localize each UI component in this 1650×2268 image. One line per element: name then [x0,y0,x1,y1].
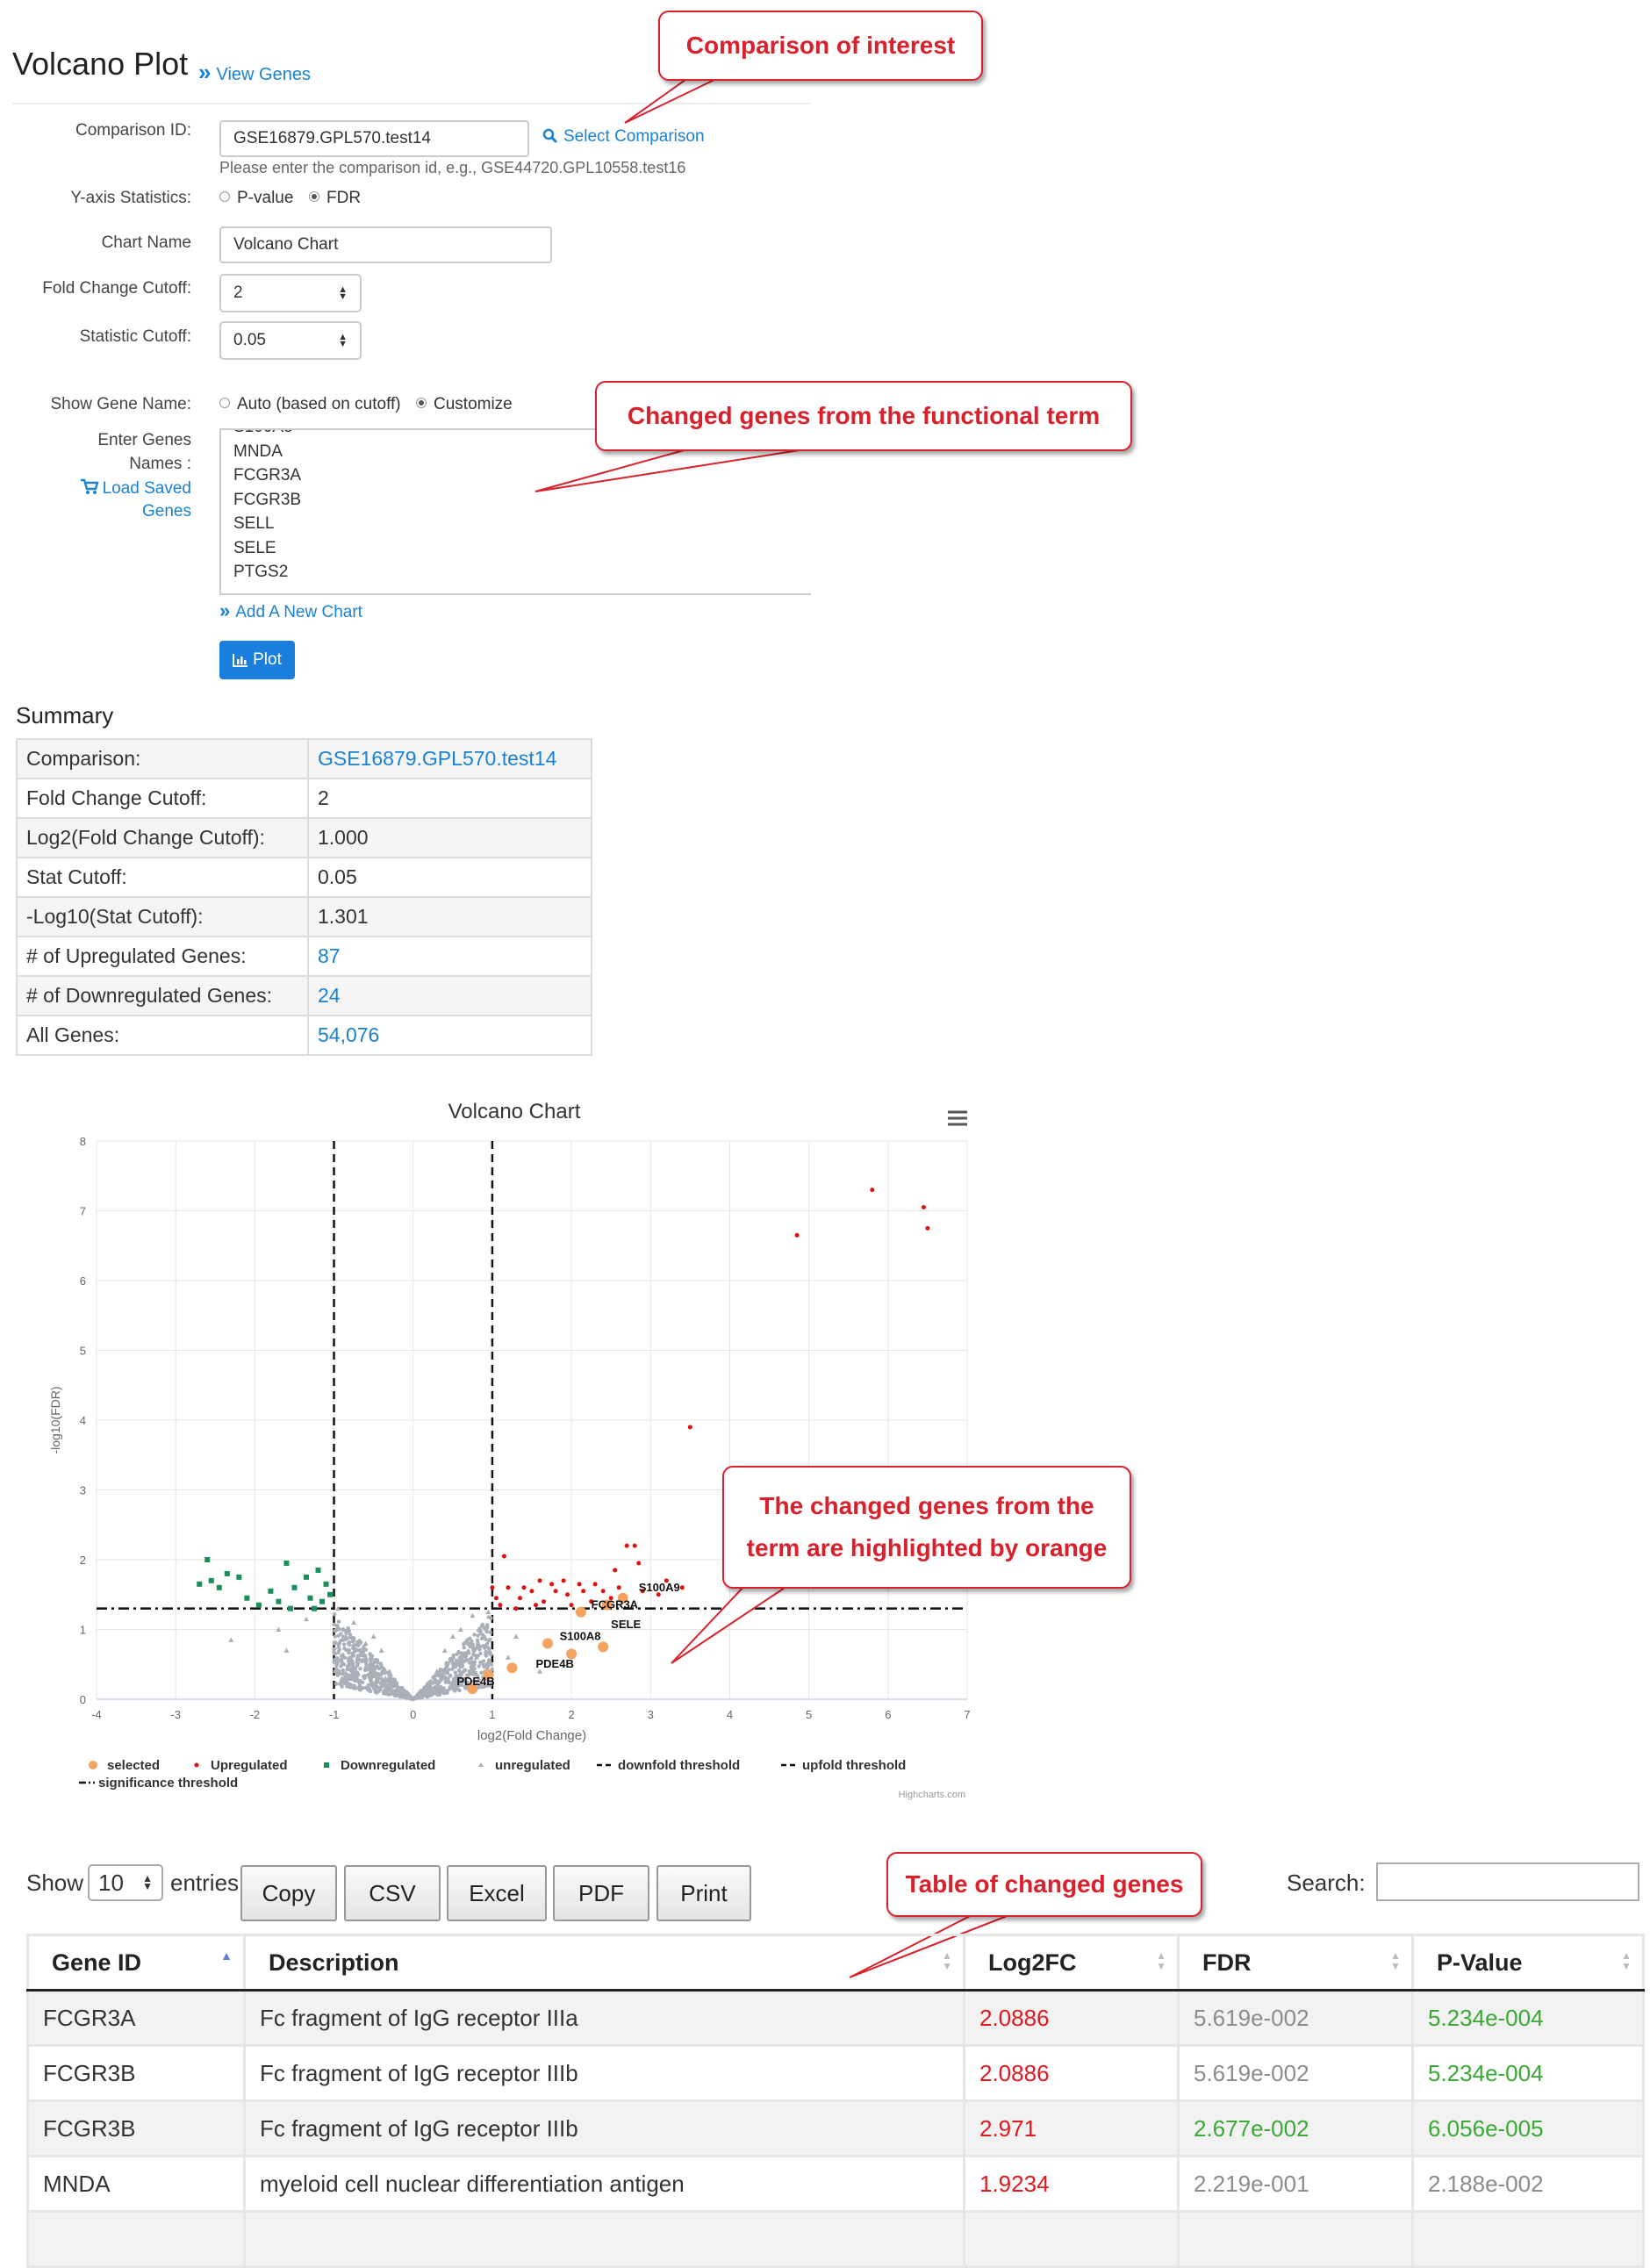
log2fc-cell: 1.9234 [963,2155,1180,2213]
col-fdr-label: FDR [1202,1949,1252,1976]
empty-cell [26,2210,246,2268]
pdf-button[interactable]: PDF [553,1865,649,1921]
col-gene-id-label: Gene ID [52,1949,142,1976]
search-label: Search: [1287,1870,1366,1896]
log2fc-cell: 2.0886 [963,1989,1180,2047]
sort-icon: ▲ ▼ [1621,1949,1632,1972]
search-input[interactable] [1376,1862,1639,1901]
excel-button[interactable]: Excel [447,1865,547,1921]
empty-cell [1411,2210,1645,2268]
description-cell: Fc fragment of IgG receptor IIIb [243,2044,965,2102]
fdr-cell: 2.219e-001 [1177,2155,1414,2213]
table-row: MNDA myeloid cell nuclear differentiation… [26,2155,1645,2213]
col-description[interactable]: Description ▲ ▼ [243,1934,965,1992]
table-row [26,2210,1645,2268]
genes-table: Gene ID ▲ Description ▲ ▼ Log2FC ▲ ▼ FDR ▲ ▼ P-… [26,1934,1645,2268]
table-row: FCGR3B Fc fragment of IgG receptor IIIb 2.… [26,2044,1645,2102]
col-pvalue[interactable]: P-Value ▲ ▼ [1411,1934,1645,1992]
copy-button[interactable]: Copy [240,1865,337,1921]
col-pvalue-label: P-Value [1437,1949,1523,1976]
gene-id-cell: MNDA [26,2155,246,2213]
description-cell: Fc fragment of IgG receptor IIIa [243,1989,965,2047]
show-label: Show [26,1870,84,1896]
sort-asc-icon: ▲ [220,1949,233,1963]
entries-select[interactable]: 10 ▲ ▼ [88,1864,163,1901]
sort-icon: ▲ ▼ [1156,1949,1166,1972]
fdr-cell: 5.619e-002 [1177,1989,1414,2047]
entries-value: 10 [98,1869,124,1896]
empty-cell [243,2210,965,2268]
gene-id-cell: FCGR3B [26,2099,246,2157]
pvalue-cell: 2.188e-002 [1411,2155,1645,2213]
description-cell: Fc fragment of IgG receptor IIIb [243,2099,965,2157]
callout-changed-genes: Changed genes from the functional term [595,381,1132,451]
pvalue-cell: 5.234e-004 [1411,2044,1645,2102]
callout-pointer-comparison [624,76,721,124]
sort-icon: ▲ ▼ [1390,1949,1401,1972]
callout-pointer-genes [534,447,817,492]
sort-icon: ▲ ▼ [942,1949,952,1972]
col-gene-id[interactable]: Gene ID ▲ [26,1934,246,1992]
entries-label: entries [170,1870,240,1896]
fdr-cell: 5.619e-002 [1177,2044,1414,2102]
gene-id-cell: FCGR3A [26,1989,246,2047]
updown-arrows-icon: ▲ ▼ [142,1872,153,1892]
callout-table: Table of changed genes [886,1852,1202,1917]
table-row: FCGR3A Fc fragment of IgG receptor IIIa 2.… [26,1989,1645,2047]
print-button[interactable]: Print [656,1865,751,1921]
callout-comparison: Comparison of interest [658,11,983,81]
log2fc-cell: 2.971 [963,2099,1180,2157]
table-row: FCGR3B Fc fragment of IgG receptor IIIb 2.… [26,2099,1645,2157]
callout-highlighted: The changed genes from the term are high… [722,1466,1131,1589]
col-fdr[interactable]: FDR ▲ ▼ [1177,1934,1414,1992]
empty-cell [1177,2210,1414,2268]
log2fc-cell: 2.0886 [963,2044,1180,2102]
callout-pointer-orange [671,1583,793,1664]
col-log2fc[interactable]: Log2FC ▲ ▼ [963,1934,1180,1992]
col-description-label: Description [269,1949,399,1976]
callout-highlighted-line2: term are highlighted by orange [746,1534,1108,1561]
empty-cell [963,2210,1180,2268]
genes-table-header: Gene ID ▲ Description ▲ ▼ Log2FC ▲ ▼ FDR ▲ ▼ P-… [26,1934,1645,1992]
gene-id-cell: FCGR3B [26,2044,246,2102]
csv-button[interactable]: CSV [344,1865,441,1921]
pvalue-cell: 6.056e-005 [1411,2099,1645,2157]
fdr-cell: 2.677e-002 [1177,2099,1414,2157]
callout-highlighted-line1: The changed genes from the [759,1492,1094,1519]
pvalue-cell: 5.234e-004 [1411,1989,1645,2047]
col-log2fc-label: Log2FC [988,1949,1077,1976]
description-cell: myeloid cell nuclear differentiation ant… [243,2155,965,2213]
